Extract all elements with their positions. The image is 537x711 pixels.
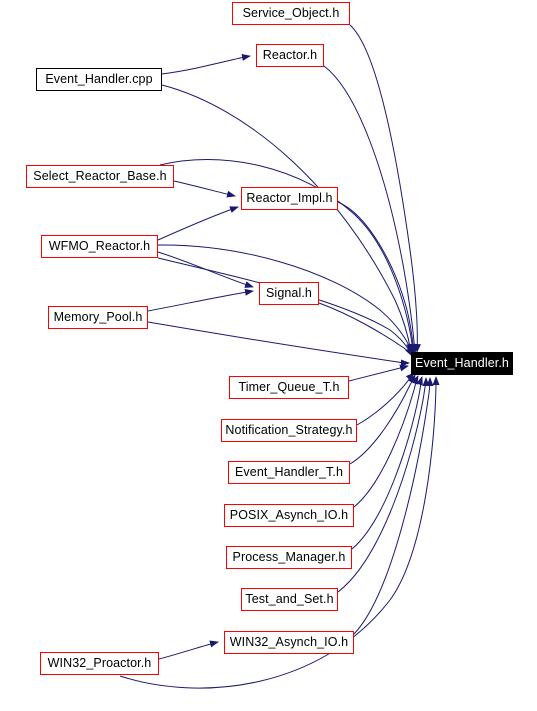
graph-node-label: Reactor.h <box>262 48 318 63</box>
graph-node-win32_proactor[interactable]: WIN32_Proactor.h <box>40 652 159 675</box>
graph-edge <box>353 377 434 635</box>
graph-node-event_handler_t[interactable]: Event_Handler_T.h <box>228 461 350 484</box>
graph-edge <box>318 302 413 357</box>
graph-edge <box>349 24 421 353</box>
graph-node-test_and_set[interactable]: Test_and_Set.h <box>241 588 338 611</box>
graph-node-label: WIN32_Proactor.h <box>47 656 152 671</box>
graph-edge <box>161 84 414 353</box>
graph-node-label: Reactor_Impl.h <box>246 191 333 206</box>
graph-edge <box>353 375 419 508</box>
graph-node-label: WIN32_Asynch_IO.h <box>229 635 349 650</box>
graph-node-reactor_impl[interactable]: Reactor_Impl.h <box>241 187 338 210</box>
include-dependency-graph: Service_Object.h Reactor.h Event_Handler.c… <box>0 0 537 711</box>
graph-edge <box>157 257 413 357</box>
graph-node-service_object[interactable]: Service_Object.h <box>232 2 350 25</box>
graph-edge <box>147 288 254 312</box>
graph-node-label: Memory_Pool.h <box>53 310 143 325</box>
graph-edge <box>157 206 239 241</box>
graph-node-wfmo_reactor[interactable]: WFMO_Reactor.h <box>41 235 158 258</box>
graph-node-label: POSIX_Asynch_IO.h <box>229 508 349 523</box>
graph-node-reactor[interactable]: Reactor.h <box>256 44 324 67</box>
graph-node-event_handler_cpp[interactable]: Event_Handler.cpp <box>36 68 162 91</box>
graph-node-label: Timer_Queue_T.h <box>238 380 340 395</box>
graph-node-label: Select_Reactor_Base.h <box>33 169 167 184</box>
graph-node-process_manager[interactable]: Process_Manager.h <box>226 546 352 569</box>
graph-node-label: Process_Manager.h <box>232 550 346 565</box>
graph-node-select_reactor_base[interactable]: Select_Reactor_Base.h <box>26 165 174 188</box>
graph-node-win32_asynch_io[interactable]: WIN32_Asynch_IO.h <box>224 631 354 654</box>
graph-edge <box>158 640 219 660</box>
graph-node-label: Event_Handler.h <box>415 356 509 371</box>
graph-node-label: Notification_Strategy.h <box>225 423 353 438</box>
graph-edge <box>349 374 416 465</box>
graph-node-label: Service_Object.h <box>242 6 340 21</box>
graph-node-timer_queue_t[interactable]: Timer_Queue_T.h <box>229 376 349 399</box>
graph-node-label: Signal.h <box>266 286 312 301</box>
graph-node-event_handler_h: Event_Handler.h <box>411 352 513 375</box>
graph-node-label: Event_Handler_T.h <box>234 465 344 480</box>
graph-edge <box>161 53 251 75</box>
graph-edge <box>173 180 236 198</box>
graph-node-label: WFMO_Reactor.h <box>48 239 151 254</box>
graph-edge <box>348 364 409 382</box>
graph-edge <box>147 321 410 367</box>
graph-node-posix_asynch_io[interactable]: POSIX_Asynch_IO.h <box>224 504 354 527</box>
graph-node-signal[interactable]: Signal.h <box>259 282 319 305</box>
graph-node-notification_strategy[interactable]: Notification_Strategy.h <box>221 419 357 442</box>
graph-node-memory_pool[interactable]: Memory_Pool.h <box>48 306 148 329</box>
graph-node-label: Event_Handler.cpp <box>45 72 153 87</box>
graph-node-label: Test_and_Set.h <box>245 592 334 607</box>
